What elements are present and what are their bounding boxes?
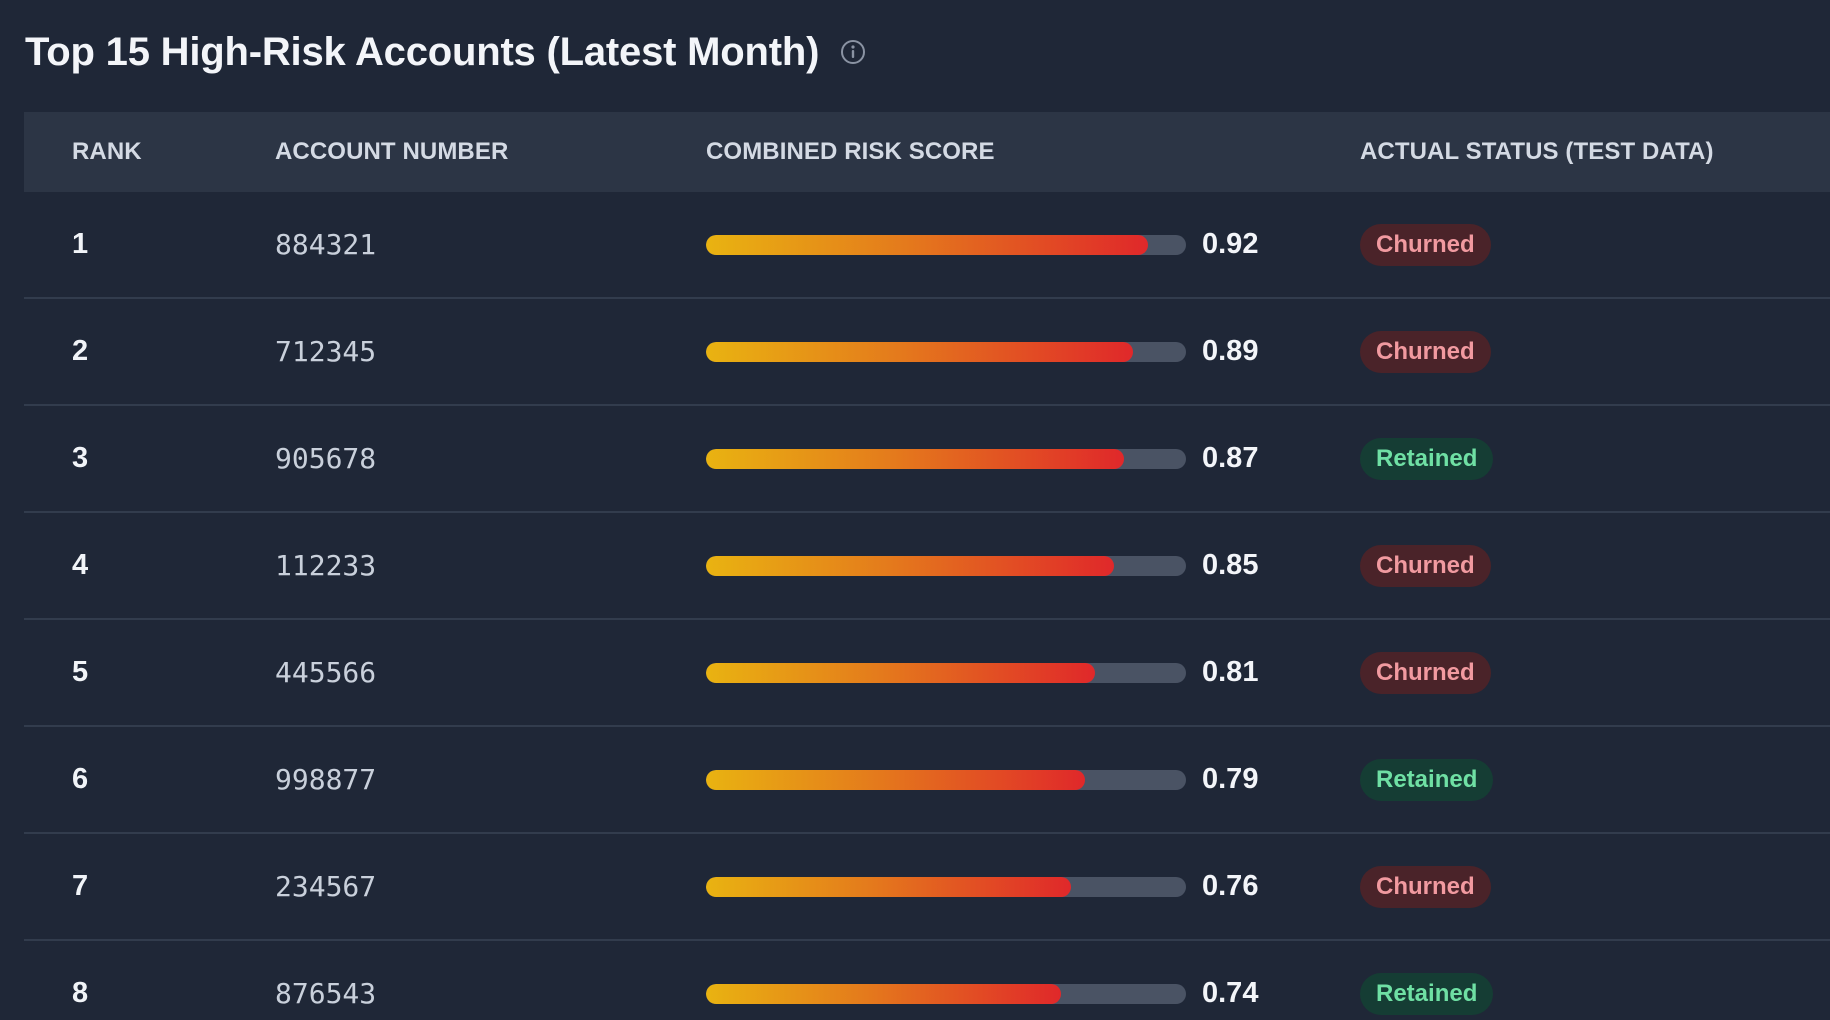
panel-header: Top 15 High-Risk Accounts (Latest Month)	[25, 26, 867, 78]
account-number: 876543	[275, 977, 377, 1010]
status-badge: Churned	[1360, 651, 1491, 694]
rank-cell: 5	[24, 656, 251, 689]
rank-cell: 3	[24, 442, 251, 475]
table-row[interactable]: 6 998877 0.79 Retained	[24, 727, 1830, 834]
page-title: Top 15 High-Risk Accounts (Latest Month)	[25, 29, 820, 74]
status-badge: Churned	[1360, 223, 1491, 266]
account-number: 884321	[275, 228, 377, 261]
risk-score-value: 0.79	[1202, 763, 1259, 795]
risk-score-bar-fill	[706, 876, 1071, 897]
risk-score-bar-track	[706, 769, 1186, 790]
account-cell: 712345	[251, 335, 706, 368]
rank-value: 2	[72, 335, 89, 367]
column-header-combined-risk-score[interactable]: COMBINED RISK SCORE	[706, 138, 1360, 166]
score-cell: 0.87	[706, 442, 1360, 475]
account-number: 905678	[275, 442, 377, 475]
account-cell: 876543	[251, 977, 706, 1010]
rank-value: 7	[72, 870, 89, 902]
table-row[interactable]: 7 234567 0.76 Churned	[24, 834, 1830, 941]
risk-accounts-panel: Top 15 High-Risk Accounts (Latest Month)…	[0, 0, 1830, 1020]
status-cell: Churned	[1360, 865, 1830, 908]
score-cell: 0.92	[706, 228, 1360, 261]
rank-value: 8	[72, 977, 89, 1009]
status-cell: Retained	[1360, 972, 1830, 1015]
risk-score-value: 0.81	[1202, 656, 1259, 688]
score-cell: 0.89	[706, 335, 1360, 368]
table-row[interactable]: 3 905678 0.87 Retained	[24, 406, 1830, 513]
account-cell: 234567	[251, 870, 706, 903]
score-cell: 0.74	[706, 977, 1360, 1010]
account-cell: 112233	[251, 549, 706, 582]
rank-cell: 7	[24, 870, 251, 903]
status-cell: Churned	[1360, 544, 1830, 587]
rank-value: 4	[72, 549, 89, 581]
score-cell: 0.85	[706, 549, 1360, 582]
risk-score-value: 0.92	[1202, 228, 1259, 260]
account-number: 234567	[275, 870, 377, 903]
risk-score-bar-fill	[706, 662, 1095, 683]
rank-value: 6	[72, 763, 89, 795]
account-cell: 998877	[251, 763, 706, 796]
table-row[interactable]: 8 876543 0.74 Retained	[24, 941, 1830, 1020]
column-header-rank[interactable]: RANK	[24, 138, 251, 166]
risk-score-value: 0.87	[1202, 442, 1259, 474]
column-header-account-number[interactable]: ACCOUNT NUMBER	[251, 138, 706, 166]
status-cell: Churned	[1360, 330, 1830, 373]
account-number: 712345	[275, 335, 377, 368]
status-cell: Retained	[1360, 758, 1830, 801]
table-row[interactable]: 4 112233 0.85 Churned	[24, 513, 1830, 620]
rank-value: 5	[72, 656, 89, 688]
status-badge: Churned	[1360, 330, 1491, 373]
table-body: 1 884321 0.92 Churned 2 712345 0.89 Churned 3 905…	[24, 192, 1830, 1020]
risk-score-bar-track	[706, 341, 1186, 362]
risk-score-bar-fill	[706, 234, 1148, 255]
info-icon[interactable]	[839, 38, 867, 66]
rank-cell: 6	[24, 763, 251, 796]
risk-score-bar-track	[706, 662, 1186, 683]
status-cell: Churned	[1360, 651, 1830, 694]
score-cell: 0.76	[706, 870, 1360, 903]
status-cell: Retained	[1360, 437, 1830, 480]
table-row[interactable]: 5 445566 0.81 Churned	[24, 620, 1830, 727]
rank-cell: 2	[24, 335, 251, 368]
column-header-actual-status[interactable]: ACTUAL STATUS (TEST DATA)	[1360, 138, 1830, 166]
risk-score-bar-track	[706, 555, 1186, 576]
risk-score-bar-track	[706, 448, 1186, 469]
rank-cell: 8	[24, 977, 251, 1010]
risk-score-bar-track	[706, 234, 1186, 255]
risk-score-bar-fill	[706, 341, 1134, 362]
risk-score-value: 0.76	[1202, 870, 1259, 902]
risk-score-value: 0.74	[1202, 977, 1259, 1009]
risk-table: RANK ACCOUNT NUMBER COMBINED RISK SCORE …	[24, 112, 1830, 1020]
account-number: 998877	[275, 763, 377, 796]
risk-score-value: 0.85	[1202, 549, 1259, 581]
status-cell: Churned	[1360, 223, 1830, 266]
account-cell: 905678	[251, 442, 706, 475]
status-badge: Retained	[1360, 437, 1494, 480]
status-badge: Retained	[1360, 972, 1494, 1015]
status-badge: Churned	[1360, 865, 1491, 908]
score-cell: 0.79	[706, 763, 1360, 796]
risk-score-bar-fill	[706, 448, 1124, 469]
table-row[interactable]: 1 884321 0.92 Churned	[24, 192, 1830, 299]
account-number: 445566	[275, 656, 377, 689]
rank-value: 1	[72, 228, 89, 260]
risk-score-bar-track	[706, 876, 1186, 897]
rank-cell: 4	[24, 549, 251, 582]
rank-value: 3	[72, 442, 89, 474]
score-cell: 0.81	[706, 656, 1360, 689]
table-row[interactable]: 2 712345 0.89 Churned	[24, 299, 1830, 406]
status-badge: Churned	[1360, 544, 1491, 587]
rank-cell: 1	[24, 228, 251, 261]
risk-score-value: 0.89	[1202, 335, 1259, 367]
risk-score-bar-track	[706, 983, 1186, 1004]
account-cell: 445566	[251, 656, 706, 689]
risk-score-bar-fill	[706, 983, 1062, 1004]
table-header-row: RANK ACCOUNT NUMBER COMBINED RISK SCORE …	[24, 112, 1830, 192]
risk-score-bar-fill	[706, 769, 1086, 790]
account-number: 112233	[275, 549, 377, 582]
risk-score-bar-fill	[706, 555, 1114, 576]
status-badge: Retained	[1360, 758, 1494, 801]
account-cell: 884321	[251, 228, 706, 261]
